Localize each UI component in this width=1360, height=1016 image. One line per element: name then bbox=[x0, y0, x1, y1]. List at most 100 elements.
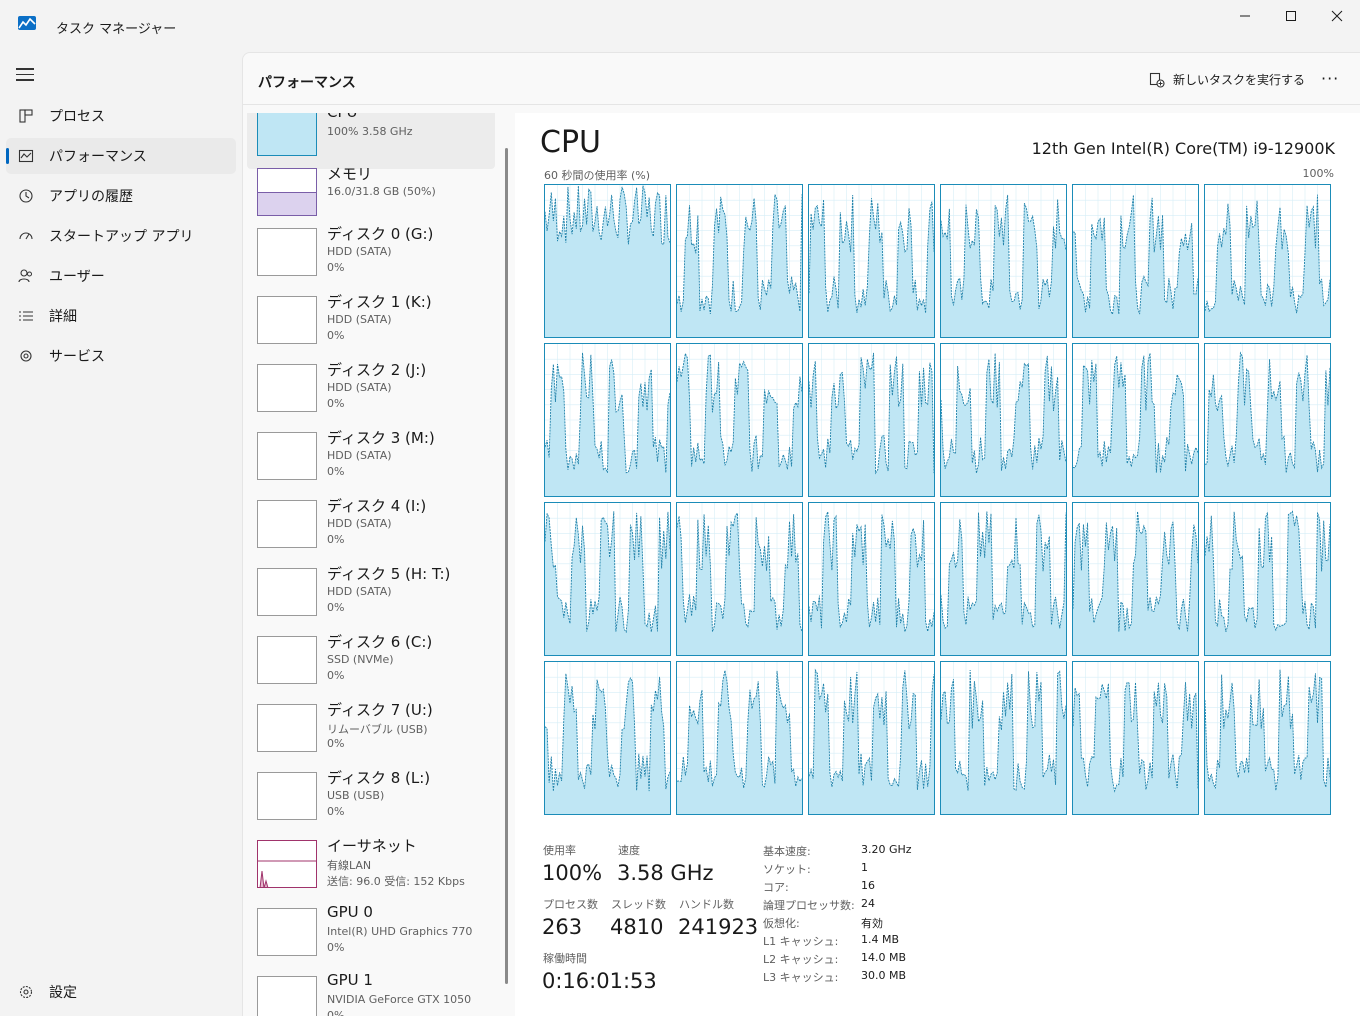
resource-item[interactable]: ディスク 7 (U:) リムーバブル (USB) 0% bbox=[247, 699, 495, 765]
logical-processor-graph bbox=[940, 184, 1067, 338]
cpu-info-key: L1 キャッシュ: bbox=[763, 935, 839, 948]
resource-item[interactable]: GPU 1 NVIDIA GeForce GTX 1050 0% bbox=[247, 971, 495, 1016]
sidebar-item-processes[interactable]: プロセス bbox=[6, 98, 236, 134]
logical-processor-graph bbox=[1204, 661, 1331, 815]
sidebar-item-services[interactable]: サービス bbox=[6, 338, 236, 374]
sidebar-item-performance[interactable]: パフォーマンス bbox=[6, 138, 236, 174]
resource-value: 0% bbox=[327, 465, 345, 478]
logical-processor-graph bbox=[1072, 661, 1199, 815]
resource-subtitle: HDD (SATA) bbox=[327, 313, 392, 326]
resource-subtitle: 100% 3.58 GHz bbox=[327, 125, 413, 138]
cpu-info-value: 16 bbox=[861, 879, 875, 892]
resource-thumbnail-graph bbox=[257, 976, 317, 1016]
sidebar-item-label: パフォーマンス bbox=[49, 149, 147, 165]
resource-item[interactable]: ディスク 6 (C:) SSD (NVMe) 0% bbox=[247, 631, 495, 697]
resource-item[interactable]: メモリ 16.0/31.8 GB (50%) bbox=[247, 163, 495, 229]
resource-subtitle: HDD (SATA) bbox=[327, 245, 392, 258]
sidebar-item-settings[interactable]: 設定 bbox=[6, 974, 236, 1010]
resource-name: メモリ bbox=[327, 165, 373, 183]
minimize-button[interactable] bbox=[1222, 0, 1268, 32]
sidebar-item-label: ユーザー bbox=[49, 269, 105, 285]
resource-subtitle: HDD (SATA) bbox=[327, 381, 392, 394]
run-new-task-button[interactable]: 新しいタスクを実行する bbox=[1149, 71, 1305, 88]
resource-thumbnail-graph bbox=[257, 432, 317, 480]
resource-value: 0% bbox=[327, 941, 345, 954]
resource-value: 0% bbox=[327, 261, 345, 274]
resource-subtitle: リムーバブル (USB) bbox=[327, 723, 428, 736]
uptime-label: 稼働時間 bbox=[543, 952, 587, 965]
resource-item[interactable]: ディスク 8 (L:) USB (USB) 0% bbox=[247, 767, 495, 833]
resource-thumbnail-graph bbox=[257, 840, 317, 888]
logical-processor-graph bbox=[808, 343, 935, 497]
logical-processor-graph bbox=[940, 661, 1067, 815]
resource-item[interactable]: ディスク 2 (J:) HDD (SATA) 0% bbox=[247, 359, 495, 425]
threads-value: 4810 bbox=[610, 915, 664, 939]
title-bar: タスク マネージャー bbox=[0, 0, 1360, 52]
logical-processor-graph bbox=[1072, 184, 1199, 338]
cpu-info-key: L2 キャッシュ: bbox=[763, 953, 839, 966]
cpu-info-value: 有効 bbox=[861, 917, 883, 930]
close-button[interactable] bbox=[1314, 0, 1360, 32]
processes-value: 263 bbox=[542, 915, 583, 939]
sidebar-item-details[interactable]: 詳細 bbox=[6, 298, 236, 334]
resource-list: CPU 100% 3.58 GHz メモリ 16.0/31.8 GB (50%) ディス… bbox=[243, 113, 501, 1016]
handles-label: ハンドル数 bbox=[679, 898, 734, 911]
maximize-button[interactable] bbox=[1268, 0, 1314, 32]
cpu-info-key: ソケット: bbox=[763, 863, 811, 876]
sidebar-item-label: 詳細 bbox=[49, 309, 77, 325]
details-icon bbox=[19, 311, 33, 321]
resource-thumbnail-graph bbox=[257, 296, 317, 344]
resource-item[interactable]: GPU 0 Intel(R) UHD Graphics 770 0% bbox=[247, 903, 495, 969]
cpu-info-key: 基本速度: bbox=[763, 845, 811, 858]
resource-value: 0% bbox=[327, 1009, 345, 1016]
resource-value: 0% bbox=[327, 329, 345, 342]
resource-value: 0% bbox=[327, 601, 345, 614]
cpu-title: CPU bbox=[540, 125, 601, 160]
cpu-info-key: コア: bbox=[763, 881, 789, 894]
usage-value: 100% bbox=[542, 861, 603, 885]
resource-name: ディスク 5 (H: T:) bbox=[327, 565, 451, 583]
resource-name: ディスク 8 (L:) bbox=[327, 769, 431, 787]
resource-subtitle: HDD (SATA) bbox=[327, 449, 392, 462]
resource-item[interactable]: イーサネット 有線LAN 送信: 96.0 受信: 152 Kbps bbox=[247, 835, 495, 901]
resource-name: GPU 1 bbox=[327, 971, 373, 989]
run-task-label: 新しいタスクを実行する bbox=[1173, 73, 1306, 87]
services-icon bbox=[20, 350, 32, 362]
window-title: タスク マネージャー bbox=[56, 22, 177, 37]
resource-subtitle: USB (USB) bbox=[327, 789, 385, 802]
cpu-info-value: 14.0 MB bbox=[861, 951, 907, 964]
resource-item[interactable]: ディスク 5 (H: T:) HDD (SATA) 0% bbox=[247, 563, 495, 629]
sidebar-item-users[interactable]: ユーザー bbox=[6, 258, 236, 294]
hamburger-menu-icon[interactable] bbox=[16, 68, 34, 82]
resource-item[interactable]: ディスク 4 (I:) HDD (SATA) 0% bbox=[247, 495, 495, 561]
cpu-info-value: 30.0 MB bbox=[861, 969, 907, 982]
sidebar-item-startup-apps[interactable]: スタートアップ アプリ bbox=[6, 218, 236, 254]
resource-item[interactable]: ディスク 0 (G:) HDD (SATA) 0% bbox=[247, 223, 495, 289]
logical-processor-graph bbox=[676, 184, 803, 338]
resource-name: CPU bbox=[327, 113, 358, 121]
resource-item[interactable]: ディスク 1 (K:) HDD (SATA) 0% bbox=[247, 291, 495, 357]
resource-item[interactable]: ディスク 3 (M:) HDD (SATA) 0% bbox=[247, 427, 495, 493]
resource-value: 0% bbox=[327, 533, 345, 546]
navigation-sidebar: プロセス パフォーマンス アプリの履歴 スタートアップ アプリ ユーザー 詳細 … bbox=[0, 52, 242, 1016]
minimize-icon bbox=[1240, 15, 1250, 17]
speed-label: 速度 bbox=[618, 844, 640, 857]
resource-thumbnail-graph bbox=[257, 364, 317, 412]
startup-icon bbox=[19, 232, 33, 240]
users-icon bbox=[18, 269, 32, 283]
resource-value: 0% bbox=[327, 805, 345, 818]
sidebar-item-app-history[interactable]: アプリの履歴 bbox=[6, 178, 236, 214]
cpu-info-key: 論理プロセッサ数: bbox=[763, 899, 855, 912]
maximize-icon bbox=[1286, 11, 1296, 21]
resource-item[interactable]: CPU 100% 3.58 GHz bbox=[247, 113, 495, 169]
sidebar-item-label: 設定 bbox=[49, 985, 77, 1001]
resource-list-scrollbar[interactable] bbox=[505, 148, 508, 984]
resource-value: 0% bbox=[327, 669, 345, 682]
resource-thumbnail-graph bbox=[257, 113, 317, 156]
sidebar-item-label: アプリの履歴 bbox=[49, 189, 133, 205]
cpu-info-value: 1.4 MB bbox=[861, 933, 900, 946]
logical-processor-graph bbox=[544, 661, 671, 815]
more-options-button[interactable]: ··· bbox=[1321, 69, 1339, 88]
handles-value: 241923 bbox=[678, 915, 759, 939]
resource-name: イーサネット bbox=[327, 837, 417, 855]
